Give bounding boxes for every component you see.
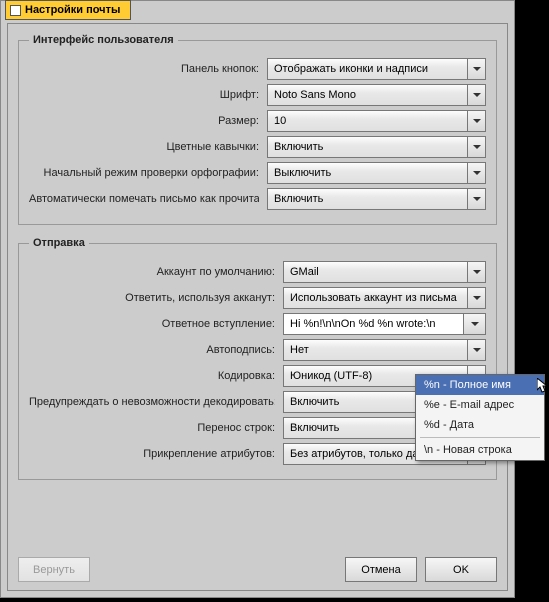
chevron-down-icon	[467, 340, 485, 360]
cancel-button[interactable]: Отмена	[345, 557, 417, 582]
ok-button[interactable]: OK	[425, 557, 497, 582]
input-reply-intro[interactable]: Hi %n!\n\nOn %d %n wrote:\n	[283, 313, 464, 335]
combo-default-acct[interactable]: GMail	[283, 261, 486, 283]
revert-button: Вернуть	[18, 557, 90, 582]
label-font: Шрифт:	[29, 89, 259, 101]
label-default-acct: Аккаунт по умолчанию:	[29, 266, 275, 278]
chevron-down-icon	[467, 137, 485, 157]
label-buttons-panel: Панель кнопок:	[29, 63, 259, 75]
popup-item-fullname[interactable]: %n - Полное имя	[416, 375, 544, 395]
popup-separator	[420, 437, 540, 438]
tab-mail-settings[interactable]: Настройки почты	[5, 0, 131, 20]
chevron-down-icon	[467, 163, 485, 183]
reply-intro-popup: %n - Полное имя %e - E-mail адрес %d - Д…	[415, 374, 545, 461]
label-reply-acct: Ответить, используя акканут:	[29, 292, 275, 304]
combo-reply-acct[interactable]: Использовать аккаунт из письма	[283, 287, 486, 309]
dialog-footer: Вернуть Отмена OK	[18, 557, 497, 582]
label-encoding: Кодировка:	[29, 370, 275, 382]
chevron-down-icon	[471, 322, 479, 326]
combo-font[interactable]: Noto Sans Mono	[267, 84, 486, 106]
chevron-down-icon	[467, 262, 485, 282]
chevron-down-icon	[467, 59, 485, 79]
combo-buttons-panel[interactable]: Отображать иконки и надписи	[267, 58, 486, 80]
combo-spellcheck[interactable]: Выключить	[267, 162, 486, 184]
combo-autosign[interactable]: Нет	[283, 339, 486, 361]
label-decode-warn: Предупреждать о невозможности декодирова…	[29, 396, 275, 408]
label-autosign: Автоподпись:	[29, 344, 275, 356]
combo-color-quotes[interactable]: Включить	[267, 136, 486, 158]
tab-title: Настройки почты	[25, 4, 120, 16]
group-ui-legend: Интерфейс пользователя	[29, 34, 178, 46]
group-send-legend: Отправка	[29, 237, 89, 249]
chevron-down-icon	[467, 288, 485, 308]
combo-auto-read[interactable]: Включить	[267, 188, 486, 210]
label-line-wrap: Перенос строк:	[29, 422, 275, 434]
settings-window: Настройки почты Интерфейс пользователя П…	[0, 0, 515, 598]
chevron-down-icon	[467, 111, 485, 131]
label-auto-read: Автоматически помечать письмо как прочит…	[29, 193, 259, 205]
label-color-quotes: Цветные кавычки:	[29, 141, 259, 153]
group-user-interface: Интерфейс пользователя Панель кнопок: От…	[18, 34, 497, 225]
reply-intro-menu-button[interactable]	[464, 313, 486, 335]
label-reply-intro: Ответное вступление:	[29, 318, 275, 330]
chevron-down-icon	[467, 189, 485, 209]
settings-panel: Интерфейс пользователя Панель кнопок: От…	[7, 23, 508, 591]
label-size: Размер:	[29, 115, 259, 127]
chevron-down-icon	[467, 85, 485, 105]
label-spellcheck: Начальный режим проверки орфографии:	[29, 167, 259, 179]
label-attr-attach: Прикрепление атрибутов:	[29, 448, 275, 460]
tab-icon	[10, 5, 21, 16]
combo-size[interactable]: 10	[267, 110, 486, 132]
popup-item-newline[interactable]: \n - Новая строка	[416, 440, 544, 460]
popup-item-date[interactable]: %d - Дата	[416, 415, 544, 435]
popup-item-email[interactable]: %e - E-mail адрес	[416, 395, 544, 415]
